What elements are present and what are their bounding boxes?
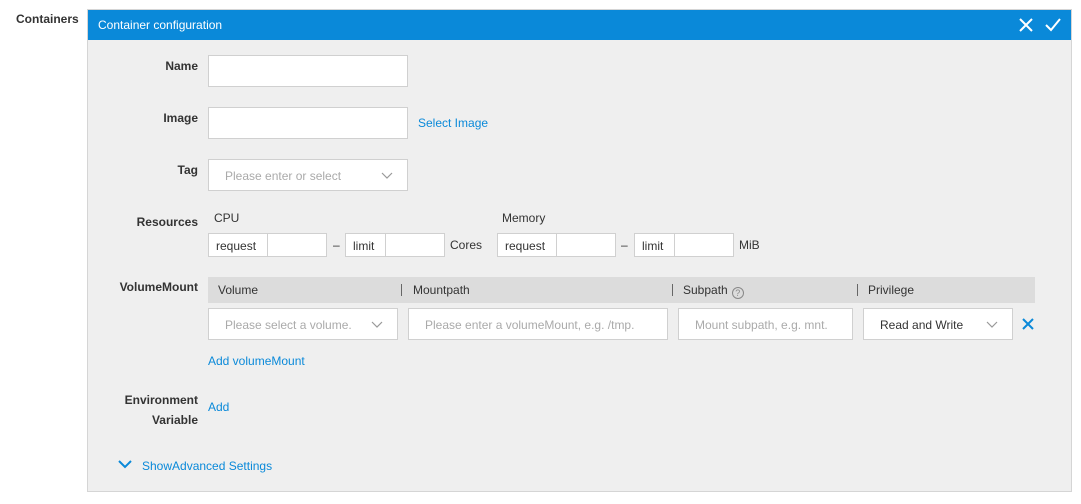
container-config-panel: Container configuration Name Image Selec… [87, 9, 1072, 492]
memory-limit-input[interactable] [674, 233, 734, 257]
containers-label: Containers [16, 12, 79, 26]
volume-select[interactable]: Please select a volume. [208, 308, 398, 340]
resources-label: Resources [136, 215, 198, 229]
close-icon[interactable] [1017, 16, 1035, 34]
name-label: Name [165, 59, 198, 73]
privilege-select[interactable]: Read and Write [863, 308, 1013, 340]
memory-unit: MiB [739, 238, 760, 252]
tag-select[interactable]: Please enter or select [208, 159, 408, 191]
panel-header: Container configuration [88, 10, 1071, 40]
image-label: Image [163, 111, 198, 125]
tag-label: Tag [177, 163, 198, 177]
col-subpath: Subpath? [683, 283, 744, 299]
col-mountpath: Mountpath [413, 283, 470, 297]
chevron-down-icon[interactable] [118, 459, 132, 469]
cpu-request-addon: request [208, 233, 268, 257]
tag-placeholder: Please enter or select [225, 169, 342, 183]
name-input[interactable] [208, 55, 408, 87]
show-advanced-settings-link[interactable]: ShowAdvanced Settings [142, 459, 272, 473]
chevron-down-icon [381, 172, 393, 179]
image-input[interactable] [208, 107, 408, 139]
col-volume: Volume [218, 283, 259, 297]
remove-volume-icon[interactable] [1021, 317, 1035, 331]
cpu-limit-addon: limit [345, 233, 387, 257]
cpu-request-input[interactable] [267, 233, 327, 257]
help-icon[interactable]: ? [731, 287, 744, 299]
memory-title: Memory [502, 211, 546, 225]
col-privilege: Privilege [868, 283, 915, 297]
add-volumemount-link[interactable]: Add volumeMount [208, 354, 305, 368]
cpu-title: CPU [214, 211, 240, 225]
subpath-input[interactable]: Mount subpath, e.g. mnt. [678, 308, 853, 340]
memory-request-input[interactable] [556, 233, 616, 257]
volume-placeholder: Please select a volume. [225, 318, 352, 332]
memory-dash: – [621, 238, 628, 252]
chevron-down-icon [986, 321, 998, 328]
col-separator [401, 284, 402, 296]
col-separator [857, 284, 858, 296]
select-image-link[interactable]: Select Image [418, 116, 488, 130]
panel-title: Container configuration [98, 18, 223, 32]
env-label: Environment Variable [124, 393, 198, 427]
memory-limit-addon: limit [634, 233, 676, 257]
add-env-link[interactable]: Add [208, 400, 229, 414]
privilege-value: Read and Write [880, 318, 964, 332]
mountpath-input[interactable]: Please enter a volumeMount, e.g. /tmp. [408, 308, 668, 340]
memory-request-addon: request [497, 233, 557, 257]
check-icon[interactable] [1044, 16, 1062, 34]
cpu-unit: Cores [450, 238, 483, 252]
col-separator [672, 284, 673, 296]
cpu-limit-input[interactable] [385, 233, 445, 257]
volumemount-label: VolumeMount [119, 280, 198, 294]
cpu-dash: – [333, 238, 340, 252]
volume-table-header: Volume Mountpath Subpath? Privilege [208, 277, 1035, 303]
chevron-down-icon [371, 321, 383, 328]
